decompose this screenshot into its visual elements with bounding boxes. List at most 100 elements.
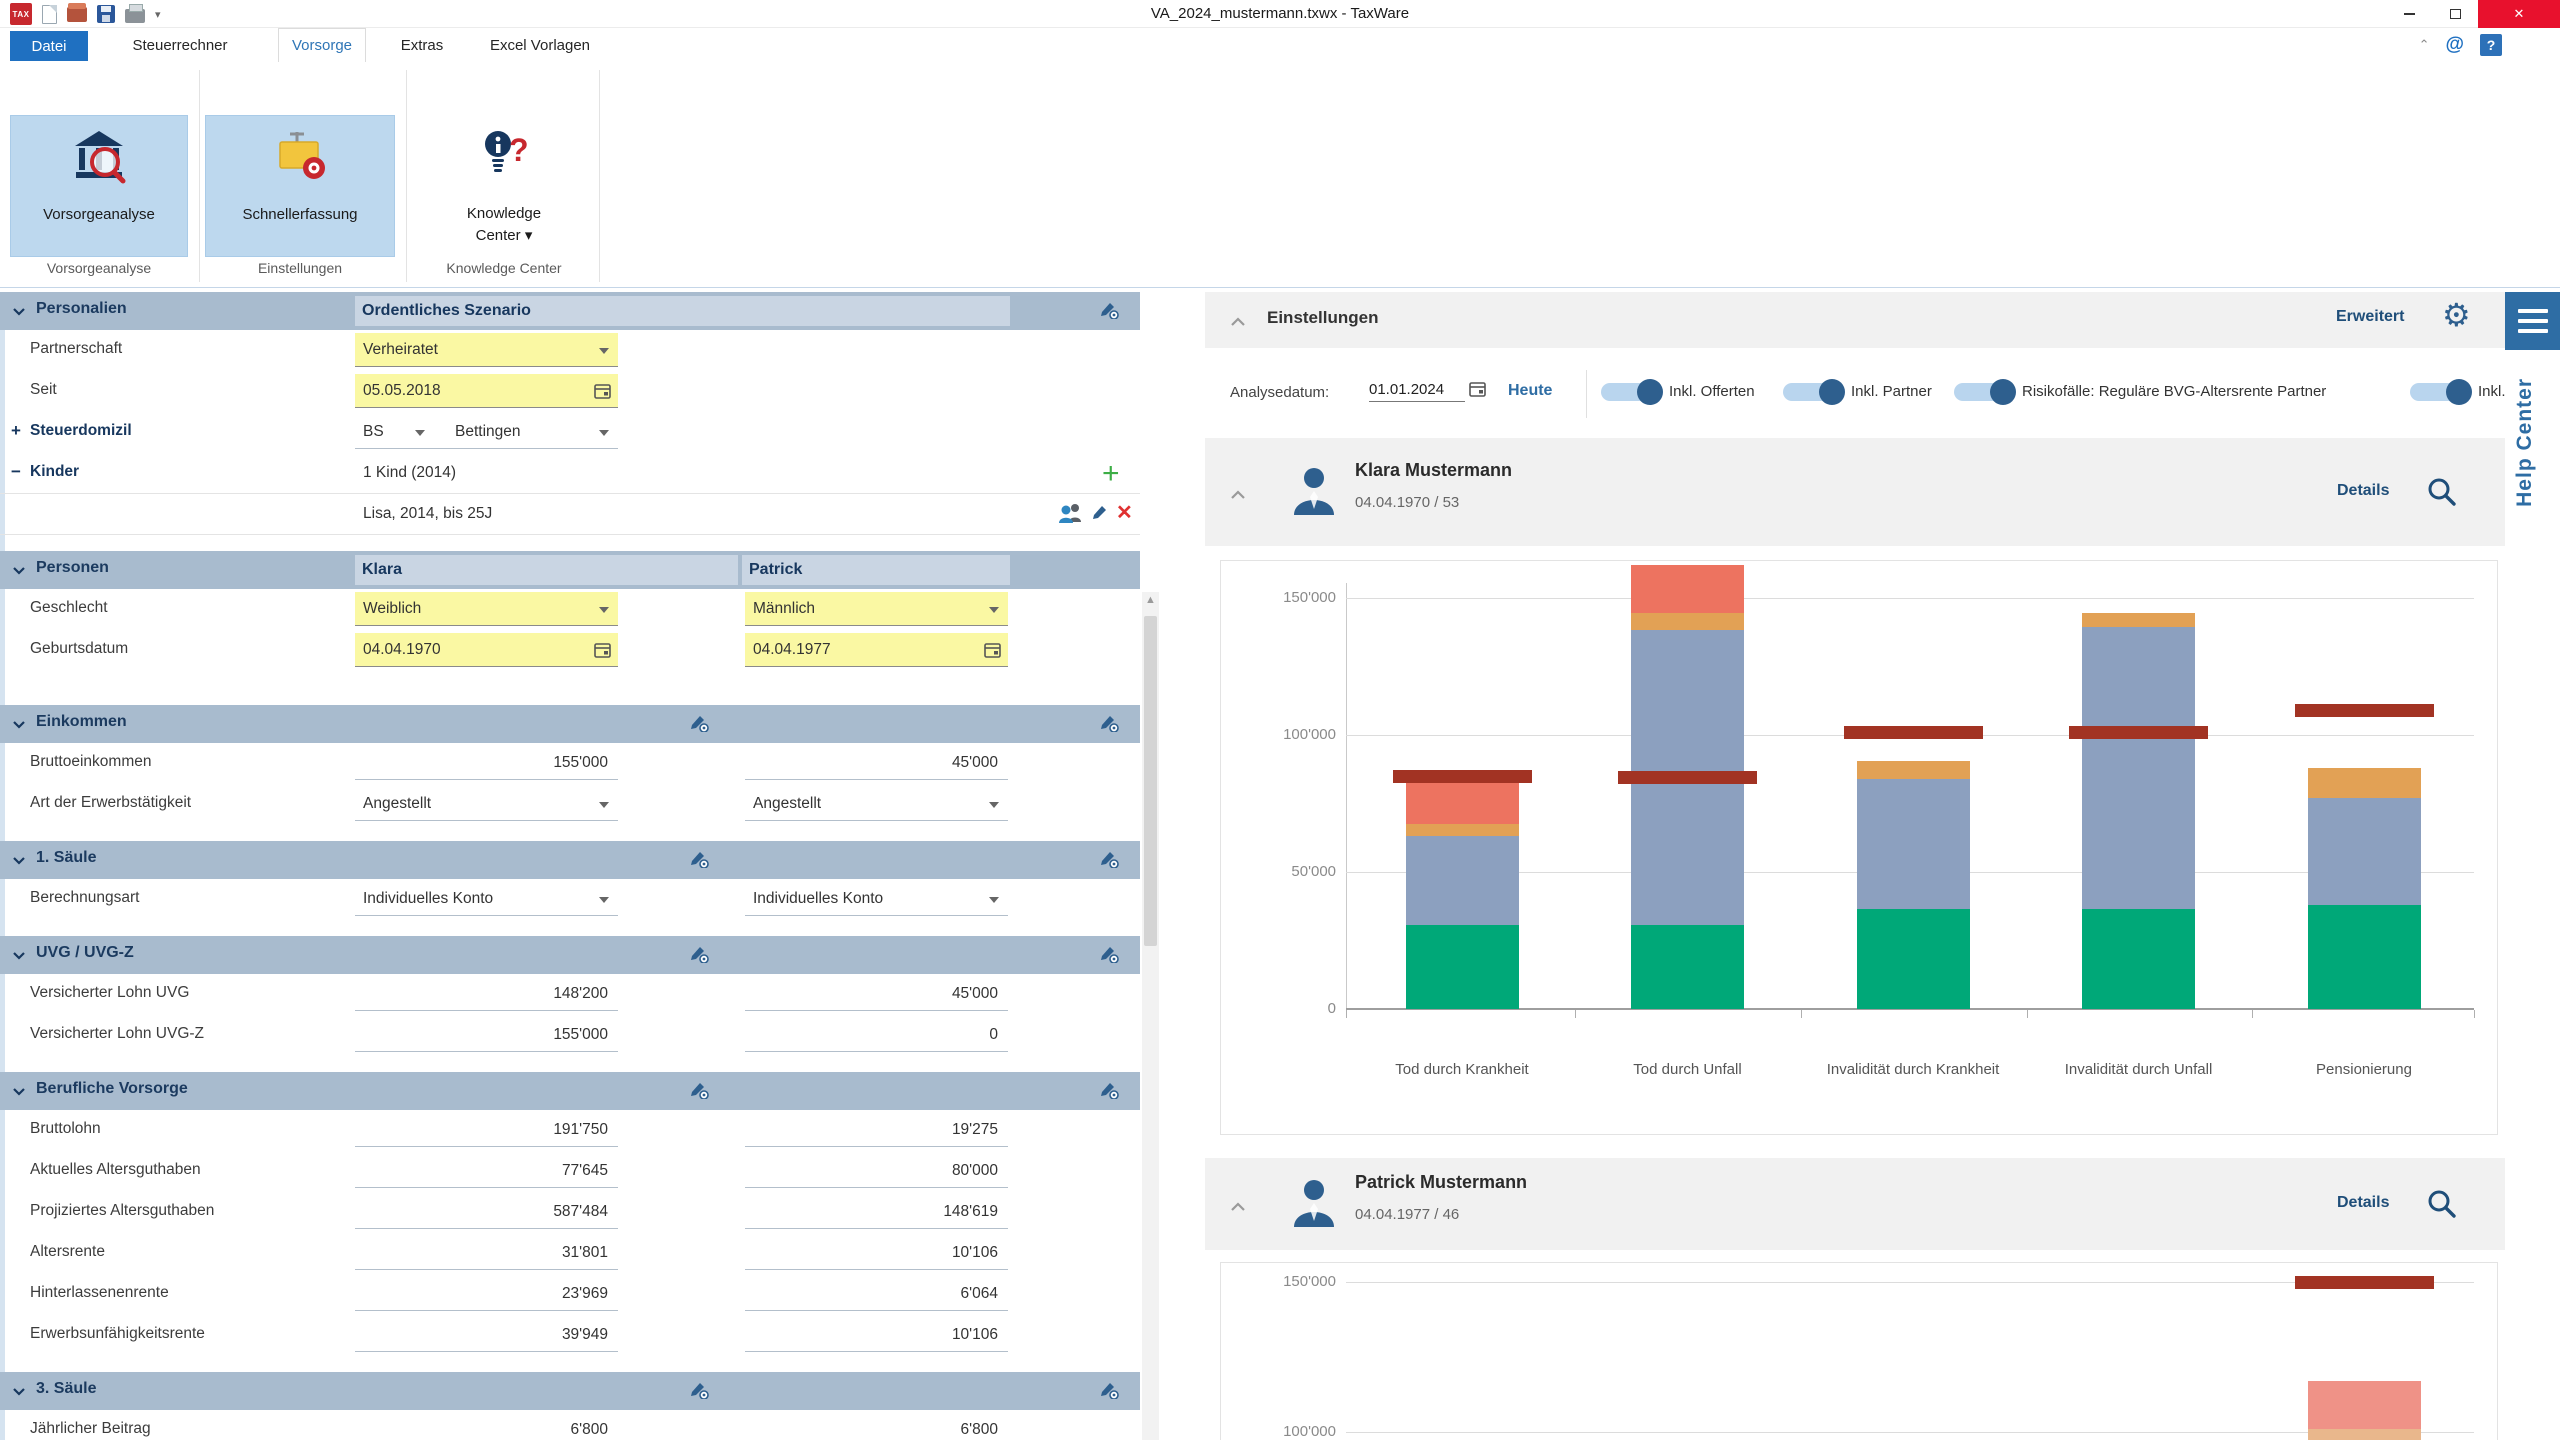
ribbon-group-label: Einstellungen bbox=[205, 260, 395, 276]
number-field[interactable]: 6'064 bbox=[745, 1277, 1008, 1311]
expand-toggle-icon[interactable]: − bbox=[11, 462, 21, 482]
toggle-switch[interactable] bbox=[1601, 383, 1655, 401]
text-value-field: 1 Kind (2014) bbox=[355, 456, 618, 490]
edit-column-icon[interactable] bbox=[688, 712, 709, 737]
toggle-switch[interactable] bbox=[2410, 383, 2464, 401]
close-button[interactable]: ✕ bbox=[2478, 0, 2560, 28]
delete-icon[interactable]: ✕ bbox=[1116, 502, 1133, 529]
menu-hamburger-icon[interactable] bbox=[2505, 292, 2560, 350]
dropdown-field[interactable]: Individuelles Konto bbox=[355, 882, 618, 916]
ribbon-button-schnellerfassung[interactable]: Schnellerfassung bbox=[205, 115, 395, 257]
section-gap bbox=[0, 1056, 1140, 1072]
help-icon[interactable]: ? bbox=[2480, 34, 2502, 56]
edit-column-icon[interactable] bbox=[688, 848, 709, 873]
number-field[interactable]: 587'484 bbox=[355, 1195, 618, 1229]
dropdown-value: Verheiratet bbox=[355, 341, 438, 359]
magnifier-icon[interactable] bbox=[2427, 477, 2457, 512]
row-label: Versicherter Lohn UVG bbox=[30, 984, 189, 1002]
scrollbar-up-arrow-icon[interactable]: ▲ bbox=[1142, 594, 1159, 606]
section-collapse-chevron-icon[interactable] bbox=[12, 304, 26, 322]
number-field[interactable]: 77'645 bbox=[355, 1154, 618, 1188]
section-collapse-chevron-icon[interactable] bbox=[12, 853, 26, 871]
number-field[interactable]: 10'106 bbox=[745, 1236, 1008, 1270]
today-link[interactable]: Heute bbox=[1508, 382, 1552, 400]
calendar-icon[interactable] bbox=[984, 641, 1001, 664]
section-collapse-chevron-icon[interactable] bbox=[12, 1384, 26, 1402]
analysis-date-input[interactable]: 01.01.2024 bbox=[1369, 381, 1465, 402]
persons-icon[interactable] bbox=[1058, 502, 1084, 529]
collapse-person-chevron-icon[interactable] bbox=[1230, 1199, 1246, 1217]
edit-column-icon[interactable] bbox=[1098, 1079, 1119, 1104]
calendar-icon[interactable] bbox=[1469, 380, 1486, 403]
edit-column-icon[interactable] bbox=[1098, 299, 1119, 324]
number-field[interactable]: 191'750 bbox=[355, 1113, 618, 1147]
number-field[interactable]: 39'949 bbox=[355, 1318, 618, 1352]
number-field[interactable]: 45'000 bbox=[745, 977, 1008, 1011]
expand-toggle-icon[interactable]: + bbox=[11, 421, 21, 441]
calendar-icon[interactable] bbox=[594, 382, 611, 405]
details-link[interactable]: Details bbox=[2337, 482, 2389, 500]
row-label: Jährlicher Beitrag bbox=[30, 1420, 151, 1438]
edit-column-icon[interactable] bbox=[1098, 712, 1119, 737]
date-field[interactable]: 04.04.1977 bbox=[745, 633, 1008, 667]
dropdown-field[interactable]: Männlich bbox=[745, 592, 1008, 626]
magnifier-icon[interactable] bbox=[2427, 1189, 2457, 1224]
dropdown-field[interactable]: Individuelles Konto bbox=[745, 882, 1008, 916]
collapse-settings-chevron-icon[interactable] bbox=[1230, 314, 1246, 332]
dropdown-pair-field[interactable]: BSBettingen bbox=[355, 415, 618, 449]
scrollbar-thumb[interactable] bbox=[1144, 616, 1157, 946]
number-field[interactable]: 10'106 bbox=[745, 1318, 1008, 1352]
tab-steuerrechner[interactable]: Steuerrechner bbox=[105, 28, 255, 62]
email-icon[interactable]: @ bbox=[2445, 34, 2464, 56]
section-collapse-chevron-icon[interactable] bbox=[12, 1084, 26, 1102]
number-field[interactable]: 23'969 bbox=[355, 1277, 618, 1311]
section-collapse-chevron-icon[interactable] bbox=[12, 563, 26, 581]
tab-extras[interactable]: Extras bbox=[390, 28, 454, 62]
add-child-button[interactable]: + bbox=[1102, 453, 1120, 494]
tab-datei[interactable]: Datei bbox=[10, 31, 88, 61]
collapse-person-chevron-icon[interactable] bbox=[1230, 487, 1246, 505]
dropdown-field[interactable]: Angestellt bbox=[745, 787, 1008, 821]
number-field[interactable]: 155'000 bbox=[355, 1018, 618, 1052]
number-field[interactable]: 155'000 bbox=[355, 746, 618, 780]
dropdown-field[interactable]: Verheiratet bbox=[355, 333, 618, 367]
tab-vorsorge[interactable]: Vorsorge bbox=[278, 28, 366, 62]
number-field[interactable]: 0 bbox=[745, 1018, 1008, 1052]
collapse-ribbon-chevron-icon[interactable]: ⌃ bbox=[2419, 37, 2430, 53]
edit-column-icon[interactable] bbox=[1098, 1379, 1119, 1404]
ribbon-button-vorsorgeanalyse[interactable]: Vorsorgeanalyse bbox=[10, 115, 188, 257]
date-field[interactable]: 05.05.2018 bbox=[355, 374, 618, 408]
toggle-switch[interactable] bbox=[1783, 383, 1837, 401]
number-field[interactable]: 6'800 bbox=[745, 1413, 1008, 1440]
edit-column-icon[interactable] bbox=[688, 1379, 709, 1404]
tab-excel-vorlagen[interactable]: Excel Vorlagen bbox=[478, 28, 602, 62]
minimize-button[interactable] bbox=[2386, 0, 2432, 28]
edit-column-icon[interactable] bbox=[1098, 848, 1119, 873]
gear-icon[interactable]: ⚙ bbox=[2442, 296, 2471, 334]
number-field[interactable]: 45'000 bbox=[745, 746, 1008, 780]
details-link[interactable]: Details bbox=[2337, 1194, 2389, 1212]
calendar-icon[interactable] bbox=[594, 641, 611, 664]
number-field[interactable]: 148'619 bbox=[745, 1195, 1008, 1229]
edit-column-icon[interactable] bbox=[688, 1079, 709, 1104]
number-value: 155'000 bbox=[553, 1026, 608, 1044]
date-field[interactable]: 04.04.1970 bbox=[355, 633, 618, 667]
ribbon-button-knowledge-center[interactable]: ?KnowledgeCenter ▾ bbox=[420, 115, 588, 257]
number-field[interactable]: 19'275 bbox=[745, 1113, 1008, 1147]
section-collapse-chevron-icon[interactable] bbox=[12, 948, 26, 966]
dropdown-field[interactable]: Weiblich bbox=[355, 592, 618, 626]
section-collapse-chevron-icon[interactable] bbox=[12, 717, 26, 735]
edit-column-icon[interactable] bbox=[688, 943, 709, 968]
maximize-button[interactable] bbox=[2432, 0, 2478, 28]
advanced-link[interactable]: Erweitert bbox=[2336, 308, 2404, 326]
form-scrollbar[interactable]: ▲ bbox=[1142, 592, 1159, 1440]
toggle-switch[interactable] bbox=[1954, 383, 2008, 401]
number-field[interactable]: 6'800 bbox=[355, 1413, 618, 1440]
dropdown-field[interactable]: Angestellt bbox=[355, 787, 618, 821]
number-field[interactable]: 80'000 bbox=[745, 1154, 1008, 1188]
number-field[interactable]: 148'200 bbox=[355, 977, 618, 1011]
edit-column-icon[interactable] bbox=[1098, 943, 1119, 968]
number-field[interactable]: 31'801 bbox=[355, 1236, 618, 1270]
edit-icon[interactable] bbox=[1090, 502, 1110, 529]
help-center-tab[interactable]: Help Center bbox=[2513, 378, 2537, 507]
